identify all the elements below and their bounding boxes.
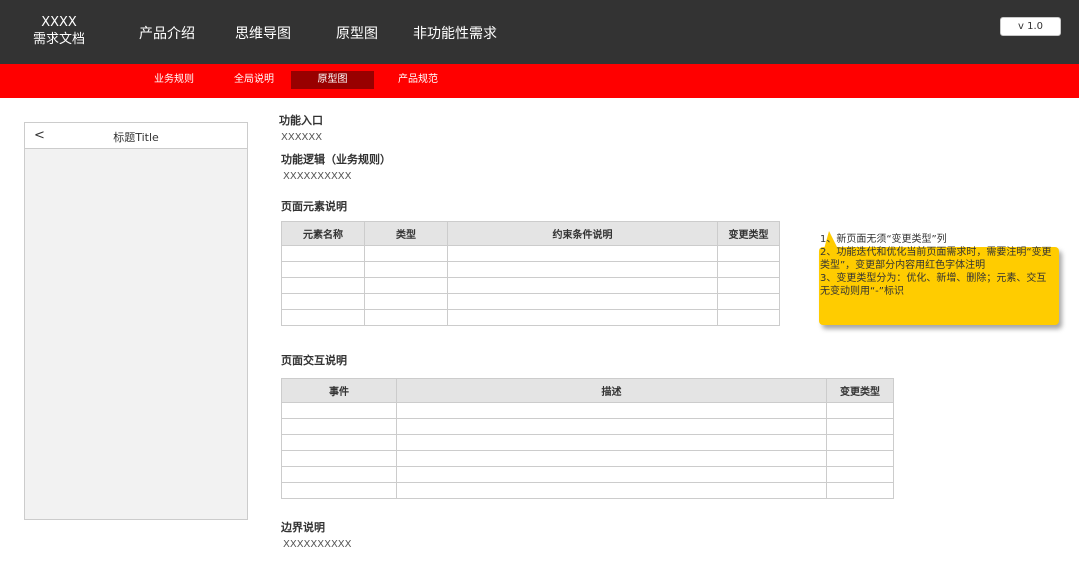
phone-prototype-frame: < 标题Title: [24, 122, 248, 520]
elements-table-header: 元素名称 类型 约束条件说明 变更类型: [281, 221, 780, 246]
table-cell[interactable]: [364, 293, 448, 310]
table-cell[interactable]: [281, 466, 397, 483]
elements-table: 元素名称 类型 约束条件说明 变更类型: [281, 221, 780, 326]
table-cell[interactable]: [281, 293, 365, 310]
table-cell[interactable]: [396, 402, 827, 419]
subnav-prototype-active[interactable]: 原型图: [291, 71, 374, 89]
logic-label: 功能逻辑（业务规则）: [281, 153, 391, 166]
table-cell[interactable]: [717, 245, 780, 262]
column-header: 元素名称: [281, 221, 365, 246]
table-cell[interactable]: [447, 245, 718, 262]
table-cell[interactable]: [826, 402, 894, 419]
nav-prototype[interactable]: 原型图: [336, 23, 378, 43]
boundary-value: XXXXXXXXXX: [283, 539, 352, 550]
logic-value: XXXXXXXXXX: [283, 171, 352, 182]
table-cell[interactable]: [717, 309, 780, 326]
table-cell[interactable]: [826, 450, 894, 467]
boundary-label: 边界说明: [281, 521, 325, 534]
interaction-table-header: 事件 描述 变更类型: [281, 378, 894, 403]
subnav-global-notes[interactable]: 全局说明: [224, 71, 284, 89]
table-cell[interactable]: [826, 482, 894, 499]
table-cell[interactable]: [364, 245, 448, 262]
brand-title: XXXX: [41, 15, 77, 30]
column-header: 约束条件说明: [447, 221, 718, 246]
sub-nav-bar: 业务规则 全局说明 原型图 产品规范: [0, 64, 1079, 98]
column-header: 变更类型: [826, 378, 894, 403]
table-cell[interactable]: [447, 261, 718, 278]
table-row: [281, 277, 780, 294]
table-cell[interactable]: [717, 293, 780, 310]
table-row: [281, 309, 780, 326]
nav-product-intro[interactable]: 产品介绍: [139, 23, 195, 43]
table-cell[interactable]: [396, 466, 827, 483]
note-line: 1、新页面无须“变更类型”列: [820, 234, 947, 245]
table-cell[interactable]: [281, 450, 397, 467]
table-row: [281, 482, 894, 499]
table-row: [281, 450, 894, 467]
table-cell[interactable]: [717, 261, 780, 278]
column-header: 事件: [281, 378, 397, 403]
table-cell[interactable]: [364, 261, 448, 278]
table-cell[interactable]: [281, 402, 397, 419]
phone-title: 标题Title: [113, 131, 159, 144]
brand-logo[interactable]: XXXX 需求文档: [22, 14, 96, 48]
table-cell[interactable]: [396, 482, 827, 499]
table-row: [281, 293, 780, 310]
table-row: [281, 434, 894, 451]
table-cell[interactable]: [281, 309, 365, 326]
table-cell[interactable]: [281, 277, 365, 294]
table-cell[interactable]: [281, 434, 397, 451]
table-cell[interactable]: [396, 434, 827, 451]
table-cell[interactable]: [281, 482, 397, 499]
subnav-product-spec[interactable]: 产品规范: [388, 71, 448, 89]
column-header: 变更类型: [717, 221, 780, 246]
table-cell[interactable]: [396, 450, 827, 467]
table-cell[interactable]: [826, 434, 894, 451]
table-cell[interactable]: [447, 293, 718, 310]
interaction-table: 事件 描述 变更类型: [281, 378, 894, 499]
annotation-note-text: 1、新页面无须“变更类型”列 2、功能迭代和优化当前页面需求时，需要注明“变更类…: [820, 233, 1060, 298]
subnav-business-rules[interactable]: 业务规则: [144, 71, 204, 89]
column-header: 描述: [396, 378, 827, 403]
table-row: [281, 402, 894, 419]
phone-title-bar: < 标题Title: [25, 123, 247, 149]
table-row: [281, 261, 780, 278]
table-cell[interactable]: [281, 418, 397, 435]
table-cell[interactable]: [364, 309, 448, 326]
table-cell[interactable]: [447, 309, 718, 326]
note-line: 2、功能迭代和优化当前页面需求时，需要注明“变更类型”，变更部分内容用红色字体注…: [820, 247, 1052, 271]
note-line: 3、变更类型分为：优化、新增、删除；元素、交互无变动则用“-”标识: [820, 273, 1047, 297]
nav-nonfunctional[interactable]: 非功能性需求: [413, 23, 497, 43]
table-cell[interactable]: [717, 277, 780, 294]
table-cell[interactable]: [281, 261, 365, 278]
table-row: [281, 418, 894, 435]
version-badge[interactable]: v 1.0: [1000, 17, 1061, 36]
interaction-label: 页面交互说明: [281, 354, 347, 367]
entry-value: XXXXXX: [281, 132, 323, 143]
entry-label: 功能入口: [279, 114, 323, 127]
table-cell[interactable]: [826, 418, 894, 435]
table-cell[interactable]: [364, 277, 448, 294]
table-row: [281, 245, 780, 262]
table-row: [281, 466, 894, 483]
nav-mind-map[interactable]: 思维导图: [235, 23, 291, 43]
top-header: XXXX 需求文档 产品介绍 思维导图 原型图 非功能性需求 v 1.0: [0, 0, 1079, 64]
table-cell[interactable]: [447, 277, 718, 294]
table-cell[interactable]: [281, 245, 365, 262]
column-header: 类型: [364, 221, 448, 246]
table-cell[interactable]: [826, 466, 894, 483]
elements-label: 页面元素说明: [281, 200, 347, 213]
brand-subtitle: 需求文档: [32, 32, 85, 47]
table-cell[interactable]: [396, 418, 827, 435]
